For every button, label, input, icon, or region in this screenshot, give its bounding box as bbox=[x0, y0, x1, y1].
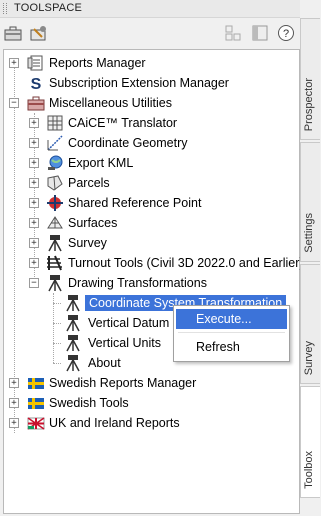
tree-line bbox=[53, 303, 61, 304]
tree-line bbox=[53, 363, 61, 364]
tree-item-label: Surfaces bbox=[68, 216, 118, 230]
collapse-toggle[interactable]: − bbox=[29, 278, 39, 288]
sweden-flag-icon bbox=[27, 374, 45, 392]
tree-item-shared-reference-point[interactable]: + Shared Reference Point bbox=[4, 193, 299, 213]
sweden-flag-icon bbox=[27, 394, 45, 412]
tree-item-label: Survey bbox=[68, 236, 107, 250]
menu-separator bbox=[178, 332, 285, 333]
svg-text:S: S bbox=[31, 76, 42, 92]
toolspace-titlebar: TOOLSPACE bbox=[0, 0, 300, 18]
svg-text:?: ? bbox=[283, 28, 289, 40]
tree-line bbox=[53, 323, 61, 324]
toolbar: ? bbox=[0, 18, 300, 48]
expand-toggle[interactable]: + bbox=[9, 58, 19, 68]
tree-item-label: Subscription Extension Manager bbox=[49, 76, 229, 90]
tab-toolbox[interactable]: Toolbox bbox=[300, 386, 320, 498]
tree-item-label: Turnout Tools (Civil 3D 2022.0 and Earli… bbox=[68, 256, 304, 270]
toolbox-icon bbox=[27, 94, 45, 112]
panel-icon[interactable] bbox=[249, 22, 271, 44]
reference-point-icon bbox=[46, 194, 64, 212]
expand-toggle[interactable]: + bbox=[9, 378, 19, 388]
window-title: TOOLSPACE bbox=[14, 2, 83, 14]
tree-item-label: Coordinate Geometry bbox=[68, 136, 188, 150]
tree-item-turnout-tools[interactable]: + Turnout Tools (Civil 3D 2022.0 and Ear… bbox=[4, 253, 304, 273]
tab-label: Prospector bbox=[303, 77, 315, 131]
expand-toggle[interactable]: + bbox=[29, 178, 39, 188]
s-icon: S bbox=[27, 74, 45, 93]
tree-item-parcels[interactable]: + Parcels bbox=[4, 173, 299, 193]
surface-icon bbox=[46, 214, 64, 232]
survey-tripod-icon bbox=[64, 334, 82, 352]
tree-item-label: Swedish Tools bbox=[49, 396, 129, 410]
expand-toggle[interactable]: + bbox=[29, 258, 39, 268]
tree-item-label: Drawing Transformations bbox=[68, 276, 207, 290]
survey-tripod-icon bbox=[46, 274, 64, 292]
survey-tripod-icon bbox=[64, 314, 82, 332]
tree-item-label: Vertical Units bbox=[88, 336, 161, 350]
tree-item-reports-manager[interactable]: + Reports Manager bbox=[4, 53, 299, 73]
tab-label: Settings bbox=[303, 213, 315, 253]
geometry-icon bbox=[46, 134, 64, 152]
tree-item-label: Vertical Datum bbox=[88, 316, 170, 330]
tree-item-label: Export KML bbox=[68, 156, 134, 170]
tree-item-export-kml[interactable]: + Export KML bbox=[4, 153, 299, 173]
context-menu: Execute... Refresh bbox=[173, 305, 290, 362]
globe-icon bbox=[46, 154, 64, 172]
expand-toggle[interactable]: + bbox=[29, 198, 39, 208]
tree-item-uk-and-ireland-reports[interactable]: + UK and Ireland Reports bbox=[4, 413, 299, 433]
survey-tripod-icon bbox=[46, 234, 64, 252]
expand-toggle[interactable]: + bbox=[29, 138, 39, 148]
menu-item-label: Execute... bbox=[196, 312, 252, 326]
tree-item-survey[interactable]: + Survey bbox=[4, 233, 299, 253]
tree-item-label: Shared Reference Point bbox=[68, 196, 202, 210]
tree-item-label: Swedish Reports Manager bbox=[49, 376, 197, 390]
grid-icon bbox=[46, 114, 64, 132]
survey-tripod-icon bbox=[64, 354, 82, 372]
help-icon[interactable]: ? bbox=[275, 22, 297, 44]
parcel-icon bbox=[46, 174, 64, 192]
tree-item-swedish-tools[interactable]: + Swedish Tools bbox=[4, 393, 299, 413]
tab-label: Toolbox bbox=[303, 451, 315, 489]
tree-item-caice-translator[interactable]: + CAiCE™ Translator bbox=[4, 113, 299, 133]
tree-item-subscription-extension-manager[interactable]: S Subscription Extension Manager bbox=[4, 73, 299, 93]
survey-tripod-icon bbox=[64, 294, 82, 312]
uk-flag-icon bbox=[27, 414, 45, 432]
tab-survey[interactable]: Survey bbox=[300, 264, 320, 384]
toolbox-icon[interactable] bbox=[2, 22, 24, 44]
toolbox-tree-panel: + Reports Manager S Subscription Extensi… bbox=[3, 49, 304, 514]
tree-item-label: Reports Manager bbox=[49, 56, 146, 70]
expand-toggle[interactable]: + bbox=[9, 398, 19, 408]
expand-toggle[interactable]: + bbox=[29, 238, 39, 248]
expand-toggle[interactable]: + bbox=[29, 218, 39, 228]
tree-item-label: CAiCE™ Translator bbox=[68, 116, 178, 130]
menu-item-label: Refresh bbox=[196, 340, 240, 354]
grid-icon[interactable] bbox=[222, 22, 244, 44]
expand-toggle[interactable]: + bbox=[9, 418, 19, 428]
tree-item-drawing-transformations[interactable]: − Drawing Transformations bbox=[4, 273, 299, 293]
expand-toggle[interactable]: + bbox=[29, 118, 39, 128]
tree-line bbox=[53, 343, 61, 344]
tree-item-swedish-reports-manager[interactable]: + Swedish Reports Manager bbox=[4, 373, 299, 393]
tree-item-label: Parcels bbox=[68, 176, 110, 190]
tree-item-surfaces[interactable]: + Surfaces bbox=[4, 213, 299, 233]
tab-prospector[interactable]: Prospector bbox=[300, 18, 320, 140]
tree-item-miscellaneous-utilities[interactable]: − Miscellaneous Utilities bbox=[4, 93, 299, 113]
menu-item-execute[interactable]: Execute... bbox=[176, 309, 287, 329]
collapse-toggle[interactable]: − bbox=[9, 98, 19, 108]
report-icon bbox=[27, 54, 45, 72]
tree-item-label: About bbox=[88, 356, 121, 370]
tab-label: Survey bbox=[303, 340, 315, 375]
expand-toggle[interactable]: + bbox=[29, 158, 39, 168]
tab-settings[interactable]: Settings bbox=[300, 142, 320, 262]
tree-item-coordinate-geometry[interactable]: + Coordinate Geometry bbox=[4, 133, 299, 153]
settings-icon[interactable] bbox=[28, 22, 50, 44]
turnout-icon bbox=[46, 254, 64, 272]
toolspace-tabs: Prospector Settings Survey Toolbox bbox=[300, 0, 321, 516]
tree-item-label: Miscellaneous Utilities bbox=[49, 96, 172, 110]
drag-grip[interactable] bbox=[3, 3, 7, 14]
menu-item-refresh[interactable]: Refresh bbox=[176, 337, 287, 357]
tree-item-label: UK and Ireland Reports bbox=[49, 416, 180, 430]
